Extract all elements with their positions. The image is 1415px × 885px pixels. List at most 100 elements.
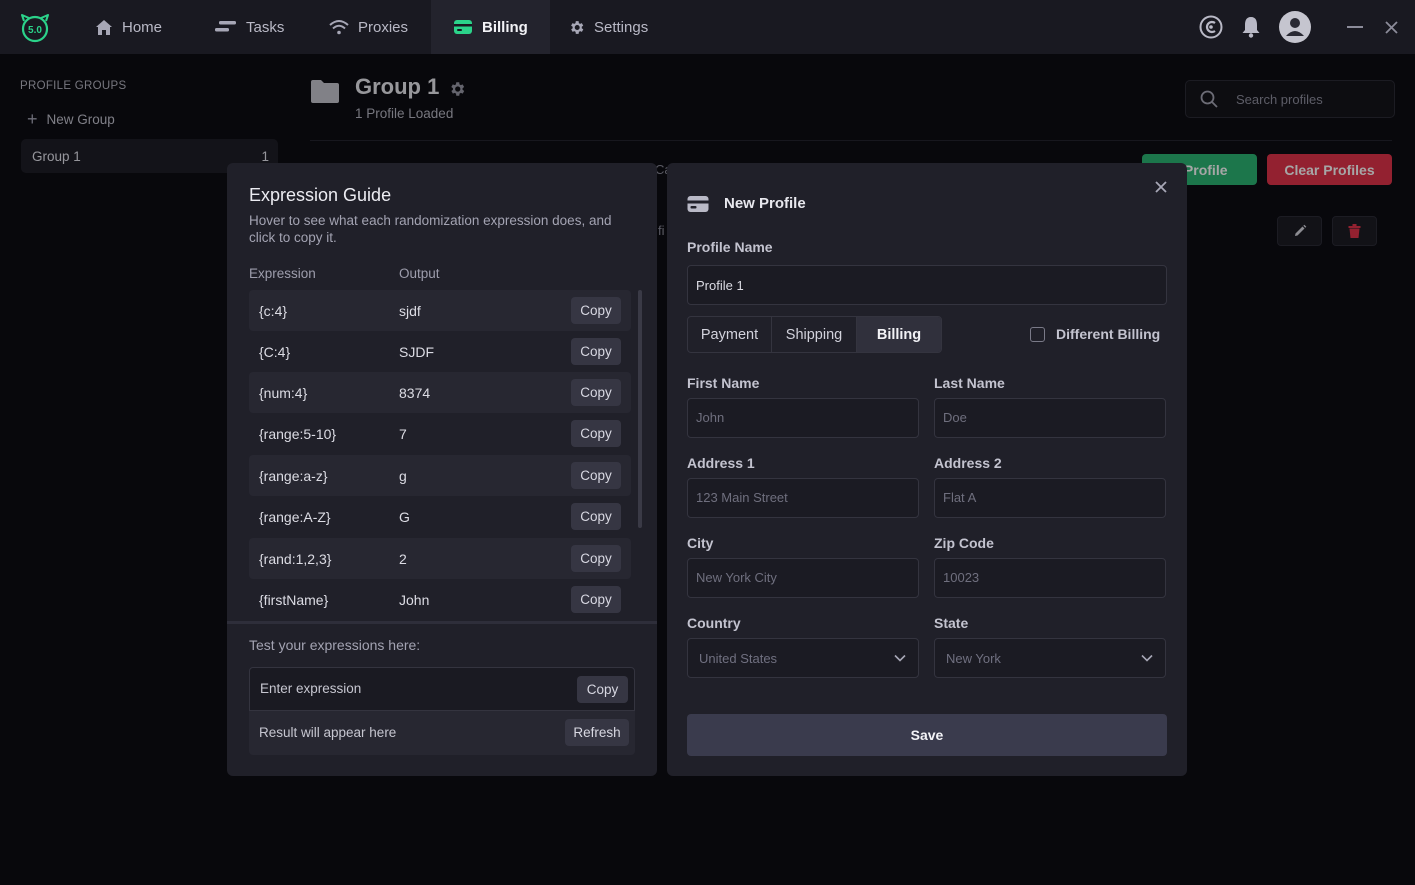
user-avatar[interactable] [1279,11,1311,43]
country-label: Country [687,615,741,631]
top-nav-bar: 5.0 Home Tasks Proxies Billing Settings [0,0,1415,54]
state-label: State [934,615,969,631]
first-name-label: First Name [687,375,760,391]
address2-label: Address 2 [934,455,1002,471]
wifi-icon [329,20,349,35]
result-box: Result will appear here Refresh [249,711,635,755]
expression-text: {num:4} [259,384,308,401]
logo-text: 5.0 [28,25,42,36]
address1-label: Address 1 [687,455,755,471]
close-window-icon[interactable] [1379,15,1403,39]
expression-input[interactable] [260,681,560,696]
city-field[interactable] [687,558,919,598]
expression-output: 8374 [399,384,431,401]
copy-button[interactable]: Copy [571,297,621,324]
last-name-field[interactable] [934,398,1166,438]
expression-row[interactable]: {rand:1,2,3} 2 Copy [249,538,631,579]
tab-shipping[interactable]: Shipping [772,317,857,352]
expression-text: {range:a-z} [259,467,328,484]
copy-button[interactable]: Copy [571,545,621,572]
expression-row[interactable]: {num:4} 8374 Copy [249,372,631,413]
expression-output: g [399,467,407,484]
address1-field[interactable] [687,478,919,518]
guide-title: Expression Guide [249,185,392,205]
country-select[interactable]: United States [687,638,919,678]
save-button[interactable]: Save [687,714,1167,756]
guide-divider [227,621,657,624]
copy-expression-button[interactable]: Copy [577,676,628,703]
first-name-input[interactable] [696,410,903,425]
profile-name-field[interactable]: Profile 1 [687,265,1167,305]
expression-guide-panel: Expression Guide Hover to see what each … [227,163,657,776]
expression-output: John [399,591,430,608]
expression-text: {c:4} [259,302,288,319]
address2-input[interactable] [943,490,1150,505]
nav-proxies[interactable]: Proxies [329,0,408,54]
copy-button[interactable]: Copy [571,462,621,489]
zip-code-input[interactable] [943,570,1150,585]
nav-billing[interactable]: Billing [431,0,550,54]
modal-title: New Profile [724,195,806,212]
column-header-expression: Expression [249,266,316,281]
new-profile-modal: New Profile Profile Name Profile 1 Payme… [667,163,1187,776]
expression-output: sjdf [399,302,421,319]
zip-code-label: Zip Code [934,535,994,551]
minimize-icon[interactable] [1343,15,1367,39]
card-icon [454,20,472,34]
expression-row[interactable]: {range:A-Z} G Copy [249,496,631,537]
copy-button[interactable]: Copy [571,503,621,530]
expression-output: SJDF [399,343,434,360]
last-name-input[interactable] [943,410,1150,425]
bell-icon[interactable] [1237,13,1265,41]
nav-home-label: Home [122,18,163,36]
copy-button[interactable]: Copy [571,586,621,613]
nav-tasks[interactable]: Tasks [215,0,284,54]
copy-button[interactable]: Copy [571,379,621,406]
zip-code-field[interactable] [934,558,1166,598]
nav-settings[interactable]: Settings [568,0,648,54]
profile-tabs: Payment Shipping Billing [687,316,942,353]
refresh-button[interactable]: Refresh [565,719,629,746]
country-value: United States [699,651,778,666]
expression-row[interactable]: {c:4} sjdf Copy [249,290,631,331]
app-logo-icon[interactable]: 5.0 [18,11,52,45]
guide-description: Hover to see what each randomization exp… [249,213,612,245]
expression-output: 2 [399,550,407,567]
expression-row[interactable]: {firstName} John Copy [249,579,631,620]
different-billing-label: Different Billing [1056,326,1161,342]
chevron-down-icon [894,654,906,662]
expression-text: {range:A-Z} [259,508,331,525]
gear-icon [571,20,584,34]
different-billing-checkbox[interactable] [1030,326,1045,342]
profile-name-label: Profile Name [687,239,773,255]
nav-settings-label: Settings [594,18,649,36]
address2-field[interactable] [934,478,1166,518]
copy-button[interactable]: Copy [571,420,621,447]
tab-billing[interactable]: Billing [857,317,941,352]
first-name-field[interactable] [687,398,919,438]
card-icon [687,196,709,212]
nav-tasks-label: Tasks [246,18,285,36]
guide-scrollbar[interactable] [638,290,642,528]
city-input[interactable] [696,570,903,585]
tab-payment[interactable]: Payment [688,317,772,352]
expression-row[interactable]: {C:4} SJDF Copy [249,331,631,372]
expression-output: G [399,508,410,525]
copy-button[interactable]: Copy [571,338,621,365]
state-value: New York [946,651,1001,666]
different-billing-toggle[interactable]: Different Billing [1030,326,1160,342]
compass-icon[interactable] [1197,13,1225,41]
test-expressions-label: Test your expressions here: [249,637,421,653]
tasks-icon [215,21,236,32]
expression-row[interactable]: {range:a-z} g Copy [249,455,631,496]
last-name-label: Last Name [934,375,1005,391]
expression-row[interactable]: {range:5-10} 7 Copy [249,413,631,454]
close-icon[interactable] [1153,179,1169,195]
expression-text: {rand:1,2,3} [259,550,332,567]
city-label: City [687,535,714,551]
state-select[interactable]: New York [934,638,1166,678]
nav-home[interactable]: Home [95,0,162,54]
address1-input[interactable] [696,490,903,505]
result-text: Result will appear here [259,725,397,740]
expression-text: {range:5-10} [259,425,337,442]
